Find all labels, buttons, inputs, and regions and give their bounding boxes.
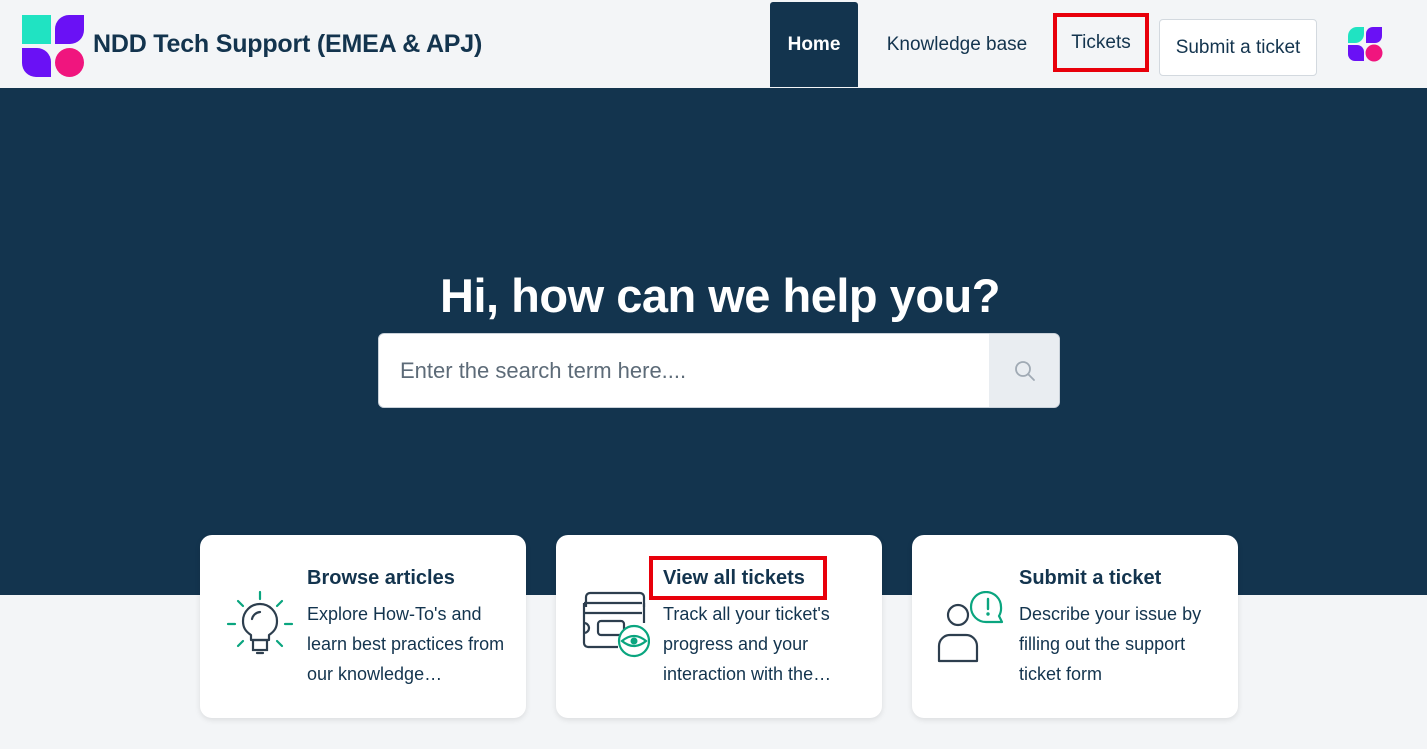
- search-bar: [378, 333, 1060, 408]
- browse-articles-card[interactable]: Browse articles Explore How-To's and lea…: [200, 535, 526, 718]
- hero-title: Hi, how can we help you?: [440, 269, 1000, 322]
- view-all-tickets-card[interactable]: View all tickets Track all your ticket's…: [556, 535, 882, 718]
- search-input[interactable]: [379, 334, 989, 407]
- card-title: Submit a ticket: [1019, 567, 1162, 589]
- submit-ticket-card[interactable]: Submit a ticket Describe your issue by f…: [912, 535, 1238, 718]
- nav-tickets[interactable]: Tickets: [1053, 13, 1149, 72]
- view-all-tickets-title[interactable]: View all tickets: [649, 556, 827, 600]
- user-avatar-icon[interactable]: [1346, 25, 1384, 63]
- top-header: NDD Tech Support (EMEA & APJ) Home Knowl…: [0, 0, 1427, 88]
- user-alert-icon: [937, 591, 1004, 663]
- lightbulb-icon: [226, 590, 294, 655]
- card-description: Describe your issue by filling out the s…: [1019, 604, 1202, 684]
- search-button[interactable]: [989, 334, 1059, 407]
- nav-knowledge-base[interactable]: Knowledge base: [876, 2, 1038, 87]
- nav-home[interactable]: Home: [770, 2, 858, 87]
- site-title: NDD Tech Support (EMEA & APJ): [93, 30, 483, 58]
- card-title: Browse articles: [307, 567, 455, 589]
- ndd-logo-icon[interactable]: [22, 15, 84, 77]
- search-icon: [1015, 360, 1035, 381]
- submit-ticket-button[interactable]: Submit a ticket: [1159, 19, 1317, 76]
- card-description: Track all your ticket's progress and you…: [663, 604, 832, 684]
- ticket-eye-icon: [582, 591, 650, 658]
- card-description: Explore How-To's and learn best practice…: [307, 604, 505, 684]
